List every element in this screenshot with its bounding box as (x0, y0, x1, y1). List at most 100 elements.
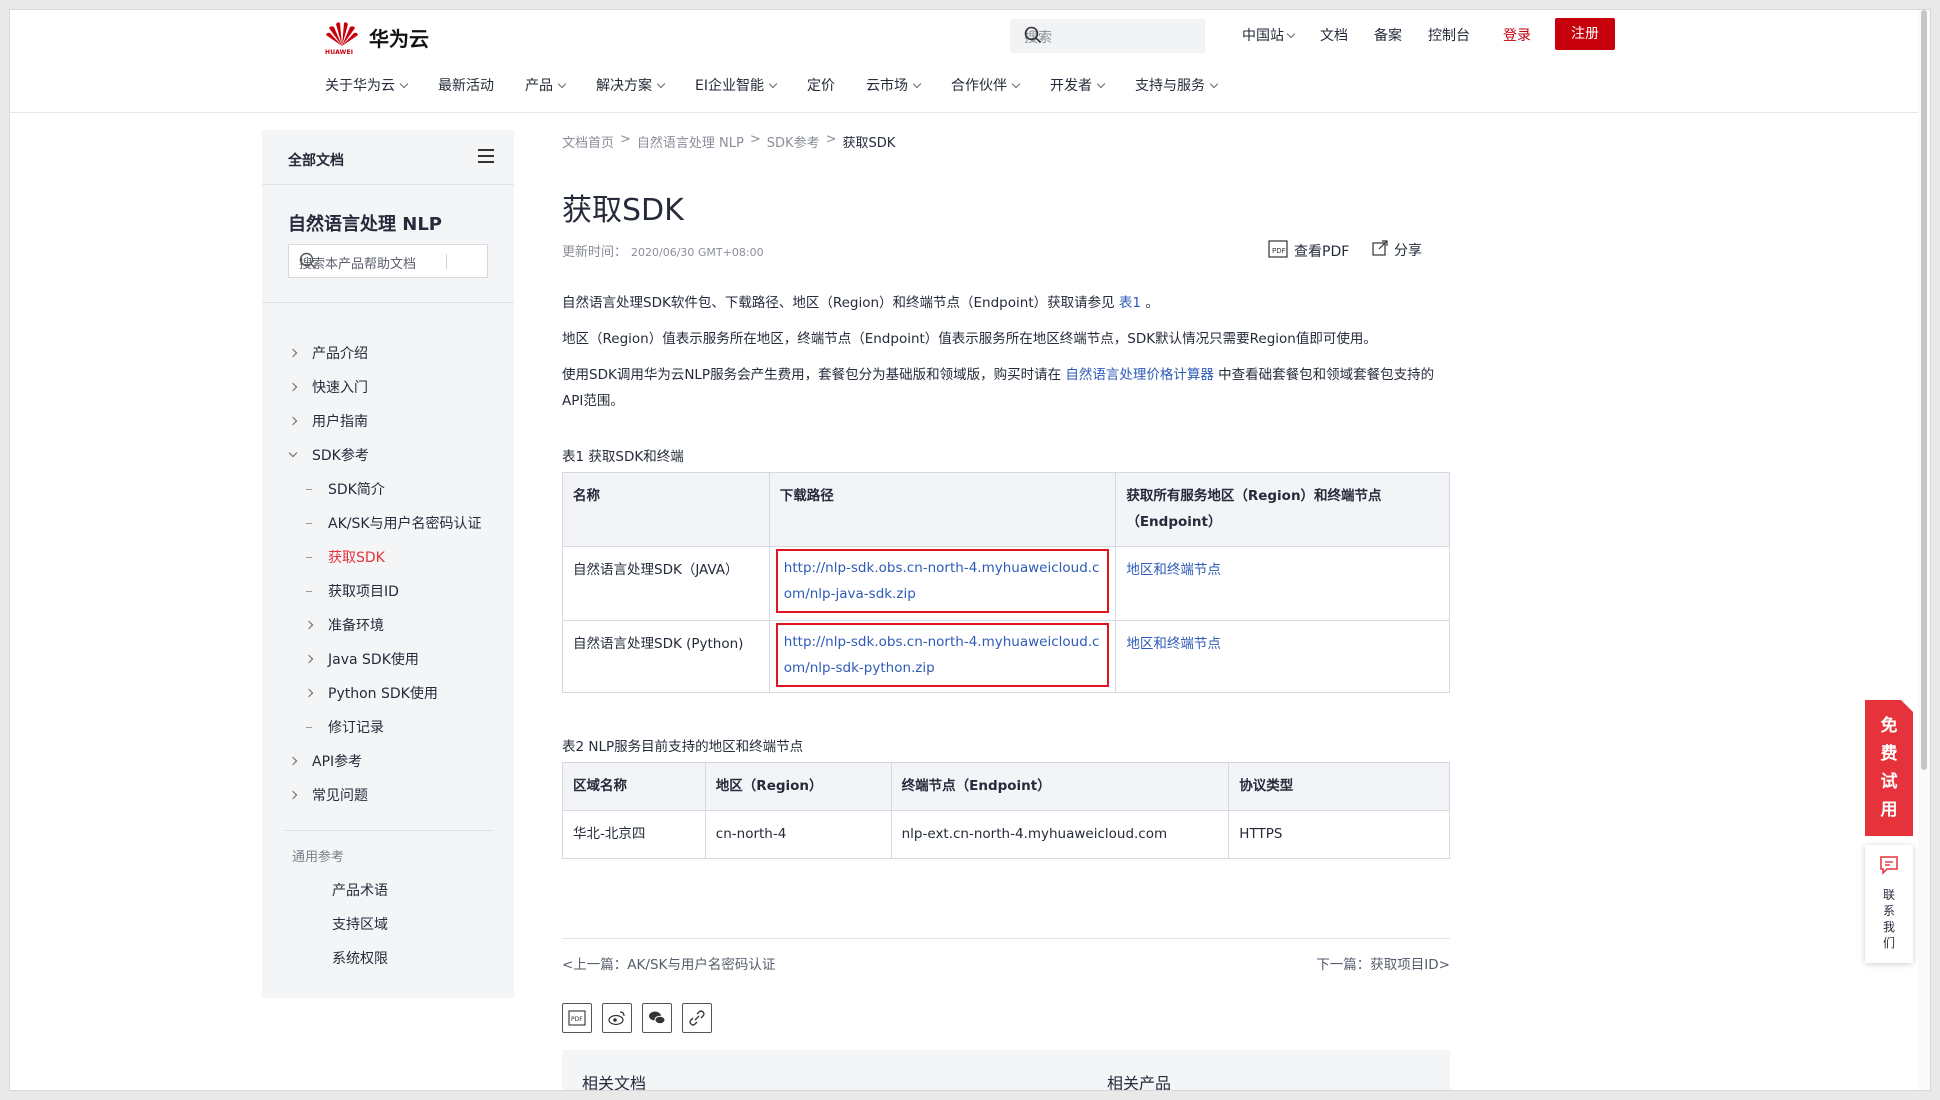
logo-text: 华为云 (369, 26, 429, 51)
dash-icon (306, 523, 312, 524)
nav-developers[interactable]: 开发者 (1050, 75, 1106, 95)
free-trial-button[interactable]: 免 费 试 用 (1865, 700, 1913, 836)
link-icon[interactable] (682, 1003, 712, 1033)
pdf-icon[interactable]: PDF (562, 1003, 592, 1033)
scrollbar-thumb[interactable] (1921, 10, 1927, 770)
nav-marketplace[interactable]: 云市场 (866, 75, 922, 95)
sidebar-item[interactable]: Java SDK使用 (262, 643, 514, 677)
pdf-icon: PDF (1268, 240, 1288, 262)
related-docs-heading: 相关文档 (582, 1074, 647, 1090)
breadcrumb-item[interactable]: SDK参考 (767, 132, 820, 151)
chevron-down-icon (1286, 29, 1296, 38)
python-sdk-download-link[interactable]: http://nlp-sdk.obs.cn-north-4.myhuaweicl… (784, 634, 1100, 676)
paragraph-3: 使用SDK调用华为云NLP服务会产生费用，套餐包分为基础版和领域版，购买时请在 … (562, 367, 1435, 409)
sidebar-item[interactable]: API参考 (262, 745, 514, 779)
sidebar-item[interactable]: 获取SDK (262, 541, 514, 575)
nav-pricing[interactable]: 定价 (807, 75, 835, 95)
sidebar-item[interactable]: Python SDK使用 (262, 677, 514, 711)
chevron-down-icon (399, 79, 409, 88)
table-cell: cn-north-4 (704, 810, 892, 859)
dash-icon (306, 557, 312, 558)
table-header: 区域名称 (562, 762, 706, 811)
register-button[interactable]: 注册 (1555, 18, 1615, 50)
chevron-right-icon (304, 688, 314, 698)
table1-caption: 表1 获取SDK和终端 (562, 449, 684, 465)
scrollbar[interactable] (1918, 10, 1930, 1090)
nav-partners[interactable]: 合作伙伴 (951, 75, 1021, 95)
region-endpoint-link[interactable]: 地区和终端节点 (1126, 562, 1221, 578)
svg-text:PDF: PDF (1272, 247, 1286, 255)
search-icon[interactable] (1024, 26, 1195, 48)
highlight-box: http://nlp-sdk.obs.cn-north-4.myhuaweicl… (775, 623, 1110, 687)
region-selector[interactable]: 中国站 (1242, 25, 1296, 45)
logo[interactable]: HUAWEI 华为云 (325, 20, 429, 56)
table-cell: http://nlp-sdk.obs.cn-north-4.myhuaweicl… (768, 546, 1117, 621)
sidebar-item-label: Python SDK使用 (328, 686, 438, 702)
sidebar-item[interactable]: SDK参考 (262, 439, 514, 473)
icp-link[interactable]: 备案 (1374, 25, 1402, 45)
share-buttons: PDF (562, 1003, 712, 1033)
paragraph-1: 自然语言处理SDK软件包、下载路径、地区（Region）和终端节点（Endpoi… (562, 295, 1159, 311)
chevron-right-icon (288, 790, 298, 800)
breadcrumb-item[interactable]: 自然语言处理 NLP (637, 132, 744, 151)
menu-icon[interactable] (478, 149, 494, 167)
huawei-logo-icon: HUAWEI (325, 20, 359, 56)
share-button[interactable]: 分享 (1372, 240, 1422, 260)
breadcrumb-item[interactable]: 文档首页 (562, 132, 614, 151)
sidebar-item[interactable]: 修订记录 (262, 711, 514, 745)
sidebar-item[interactable]: 产品介绍 (262, 337, 514, 371)
sidebar-item[interactable]: 准备环境 (262, 609, 514, 643)
sidebar-item[interactable]: 快速入门 (262, 371, 514, 405)
table1-link[interactable]: 表1 (1119, 295, 1141, 311)
site-search-input[interactable]: 搜索 (1010, 19, 1205, 53)
nav-solutions[interactable]: 解决方案 (596, 75, 666, 95)
sdk-table: 名称 下载路径 获取所有服务地区（Region）和终端节点（Endpoint） … (562, 472, 1450, 693)
sidebar-item[interactable]: 常见问题 (262, 779, 514, 813)
all-docs-title: 全部文档 (288, 153, 344, 169)
java-sdk-download-link[interactable]: http://nlp-sdk.obs.cn-north-4.myhuaweicl… (784, 560, 1100, 602)
chevron-right-icon (288, 348, 298, 358)
weibo-icon[interactable] (602, 1003, 632, 1033)
docs-link[interactable]: 文档 (1320, 25, 1348, 45)
login-link[interactable]: 登录 (1503, 25, 1531, 45)
sidebar-item-label: 修订记录 (328, 720, 384, 736)
sidebar-item-terms[interactable]: 产品术语 (332, 880, 388, 900)
prev-page-link[interactable]: <上一篇：AK/SK与用户名密码认证 (562, 953, 775, 973)
contact-us-button[interactable]: 联 系 我 们 (1865, 845, 1913, 963)
page-title: 获取SDK (562, 193, 684, 228)
message-icon (1879, 855, 1899, 878)
region-endpoint-link[interactable]: 地区和终端节点 (1126, 636, 1221, 652)
table-row: 华北-北京四 cn-north-4 nlp-ext.cn-north-4.myh… (562, 810, 1450, 859)
table-cell: HTTPS (1228, 810, 1450, 859)
nav-ei[interactable]: EI企业智能 (695, 75, 778, 95)
sidebar-item[interactable]: SDK简介 (262, 473, 514, 507)
svg-text:PDF: PDF (571, 1016, 583, 1023)
table-header: 地区（Region） (704, 762, 892, 811)
sidebar-item-permissions[interactable]: 系统权限 (332, 948, 388, 968)
paragraph-2: 地区（Region）值表示服务所在地区，终端节点（Endpoint）值表示服务所… (562, 331, 1377, 347)
sidebar-item-label: 快速入门 (312, 380, 368, 396)
sidebar-item[interactable]: 用户指南 (262, 405, 514, 439)
nav-about[interactable]: 关于华为云 (325, 75, 409, 95)
product-search-input[interactable]: 搜索本产品帮助文档 (288, 244, 488, 278)
next-page-link[interactable]: 下一篇：获取项目ID> (1316, 953, 1450, 973)
view-pdf-button[interactable]: PDF 查看PDF (1268, 240, 1349, 262)
table-header: 终端节点（Endpoint） (890, 762, 1230, 811)
sidebar-item[interactable]: 获取项目ID (262, 575, 514, 609)
price-calculator-link[interactable]: 自然语言处理价格计算器 (1065, 367, 1214, 383)
wechat-icon[interactable] (642, 1003, 672, 1033)
console-link[interactable]: 控制台 (1428, 25, 1470, 45)
nav-products[interactable]: 产品 (525, 75, 567, 95)
search-icon[interactable] (299, 252, 477, 274)
main-nav: 关于华为云 最新活动 产品 解决方案 EI企业智能 定价 云市场 合作伙伴 开发… (325, 75, 1219, 95)
top-header: HUAWEI 华为云 搜索 中国站 文档 备案 控制台 登录 注册 (10, 10, 1930, 60)
nav-support[interactable]: 支持与服务 (1135, 75, 1219, 95)
chevron-down-icon (288, 448, 298, 458)
table-header-row: 名称 下载路径 获取所有服务地区（Region）和终端节点（Endpoint） (562, 472, 1450, 547)
pager: <上一篇：AK/SK与用户名密码认证 下一篇：获取项目ID> (562, 938, 1450, 973)
nav-activities[interactable]: 最新活动 (438, 75, 494, 95)
sidebar-item-regions[interactable]: 支持区域 (332, 914, 388, 934)
sidebar-item-label: 用户指南 (312, 414, 368, 430)
sidebar-item-label: Java SDK使用 (328, 652, 419, 668)
sidebar-item[interactable]: AK/SK与用户名密码认证 (262, 507, 514, 541)
